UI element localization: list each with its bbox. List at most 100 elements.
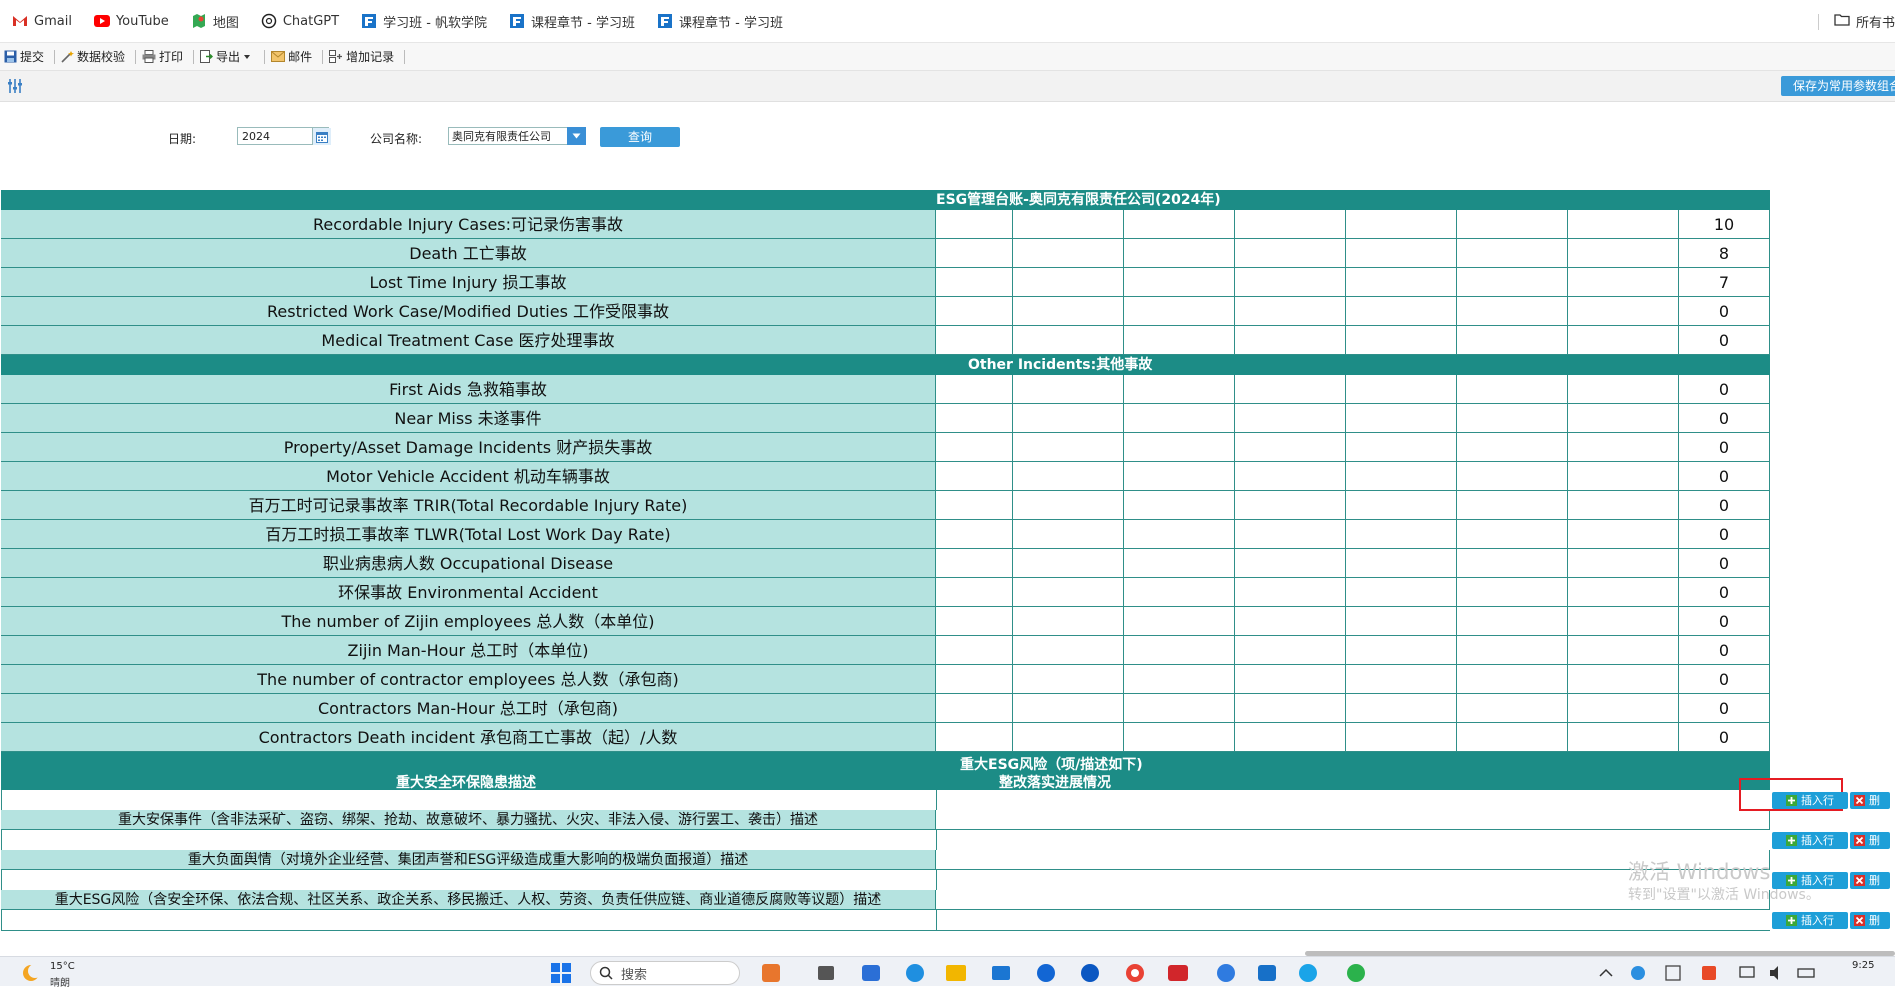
system-tray-icons[interactable] [1598, 963, 1838, 983]
empty-cell[interactable] [1457, 491, 1568, 520]
empty-cell[interactable] [1346, 549, 1457, 578]
empty-cell[interactable] [1457, 268, 1568, 297]
calendar-button[interactable] [312, 128, 331, 145]
editable-blank-row[interactable] [1, 830, 1770, 851]
insert-row-button[interactable]: 插入行 [1772, 872, 1848, 889]
value-cell[interactable]: 0 [1679, 375, 1770, 404]
empty-cell[interactable] [1346, 239, 1457, 268]
empty-cell[interactable] [1346, 462, 1457, 491]
editable-blank-row[interactable] [1, 910, 1770, 931]
value-cell[interactable]: 8 [1679, 239, 1770, 268]
empty-cell[interactable] [1457, 210, 1568, 239]
empty-cell[interactable] [1013, 491, 1124, 520]
empty-cell[interactable] [1457, 665, 1568, 694]
empty-cell[interactable] [1235, 239, 1346, 268]
empty-cell[interactable] [1568, 578, 1679, 607]
empty-cell[interactable] [1013, 723, 1124, 752]
empty-cell[interactable] [936, 239, 1013, 268]
empty-cell[interactable] [1568, 549, 1679, 578]
empty-cell[interactable] [1457, 462, 1568, 491]
empty-cell[interactable] [1568, 665, 1679, 694]
empty-cell[interactable] [1457, 636, 1568, 665]
empty-cell[interactable] [936, 326, 1013, 355]
empty-cell[interactable] [936, 210, 1013, 239]
empty-cell[interactable] [1124, 723, 1235, 752]
bookmark-fanruan-academy[interactable]: 学习班 - 帆软学院 [361, 12, 487, 31]
empty-cell[interactable] [1346, 607, 1457, 636]
all-bookmarks-button[interactable]: 所有书 [1834, 0, 1895, 42]
empty-cell[interactable] [1124, 404, 1235, 433]
empty-cell[interactable] [1235, 607, 1346, 636]
empty-cell[interactable] [936, 404, 1013, 433]
delete-row-button[interactable]: 删 [1850, 832, 1890, 849]
empty-cell[interactable] [1124, 297, 1235, 326]
empty-cell[interactable] [936, 520, 1013, 549]
empty-cell[interactable] [936, 491, 1013, 520]
empty-cell[interactable] [936, 549, 1013, 578]
empty-cell[interactable] [1457, 326, 1568, 355]
filter-sliders-icon[interactable] [6, 77, 24, 99]
value-cell[interactable]: 0 [1679, 433, 1770, 462]
empty-cell[interactable] [1457, 723, 1568, 752]
empty-cell[interactable] [1346, 326, 1457, 355]
empty-cell[interactable] [1457, 239, 1568, 268]
empty-cell[interactable] [1568, 210, 1679, 239]
empty-cell[interactable] [1013, 462, 1124, 491]
empty-cell[interactable] [1568, 694, 1679, 723]
empty-cell[interactable] [1124, 491, 1235, 520]
empty-cell[interactable] [1013, 297, 1124, 326]
empty-cell[interactable] [1346, 520, 1457, 549]
value-cell[interactable]: 0 [1679, 665, 1770, 694]
empty-cell[interactable] [936, 723, 1013, 752]
value-cell[interactable]: 0 [1679, 491, 1770, 520]
print-button[interactable]: 打印 [142, 48, 183, 65]
empty-cell[interactable] [1235, 297, 1346, 326]
empty-cell[interactable] [1235, 578, 1346, 607]
bookmark-course-chapter-1[interactable]: 课程章节 - 学习班 [509, 12, 635, 31]
empty-cell[interactable] [1013, 375, 1124, 404]
empty-cell[interactable] [1124, 375, 1235, 404]
empty-cell[interactable] [1013, 433, 1124, 462]
empty-cell[interactable] [1346, 433, 1457, 462]
empty-cell[interactable] [1013, 210, 1124, 239]
empty-cell[interactable] [1346, 404, 1457, 433]
value-cell[interactable]: 0 [1679, 404, 1770, 433]
insert-row-button[interactable]: 插入行 [1772, 912, 1848, 929]
weather-sun-icon[interactable] [20, 963, 42, 987]
empty-cell[interactable] [1235, 268, 1346, 297]
empty-cell[interactable] [1124, 433, 1235, 462]
empty-cell[interactable] [1346, 694, 1457, 723]
empty-cell[interactable] [1457, 375, 1568, 404]
empty-cell[interactable] [1235, 723, 1346, 752]
empty-cell[interactable] [1235, 491, 1346, 520]
empty-cell[interactable] [1124, 520, 1235, 549]
empty-cell[interactable] [936, 268, 1013, 297]
delete-row-button[interactable]: 删 [1850, 872, 1890, 889]
empty-cell[interactable] [1457, 433, 1568, 462]
delete-row-button[interactable]: 删 [1850, 912, 1890, 929]
empty-cell[interactable] [1235, 549, 1346, 578]
empty-cell[interactable] [1124, 210, 1235, 239]
bookmark-chatgpt[interactable]: ChatGPT [261, 13, 339, 29]
empty-cell[interactable] [1235, 636, 1346, 665]
empty-cell[interactable] [936, 665, 1013, 694]
empty-cell[interactable] [1235, 375, 1346, 404]
empty-cell[interactable] [1568, 491, 1679, 520]
empty-cell[interactable] [1346, 723, 1457, 752]
empty-cell[interactable] [1013, 636, 1124, 665]
empty-cell[interactable] [1568, 239, 1679, 268]
empty-cell[interactable] [1235, 520, 1346, 549]
mail-button[interactable]: 邮件 [271, 48, 312, 65]
empty-cell[interactable] [1568, 636, 1679, 665]
empty-cell[interactable] [1013, 268, 1124, 297]
empty-cell[interactable] [1346, 268, 1457, 297]
empty-cell[interactable] [1235, 665, 1346, 694]
editable-blank-row[interactable] [1, 790, 1770, 811]
value-cell[interactable]: 7 [1679, 268, 1770, 297]
empty-cell[interactable] [1568, 404, 1679, 433]
empty-cell[interactable] [936, 578, 1013, 607]
value-cell[interactable]: 0 [1679, 607, 1770, 636]
company-select[interactable]: 奥同克有限责任公司 [448, 127, 586, 145]
empty-cell[interactable] [1568, 375, 1679, 404]
empty-cell[interactable] [1013, 520, 1124, 549]
